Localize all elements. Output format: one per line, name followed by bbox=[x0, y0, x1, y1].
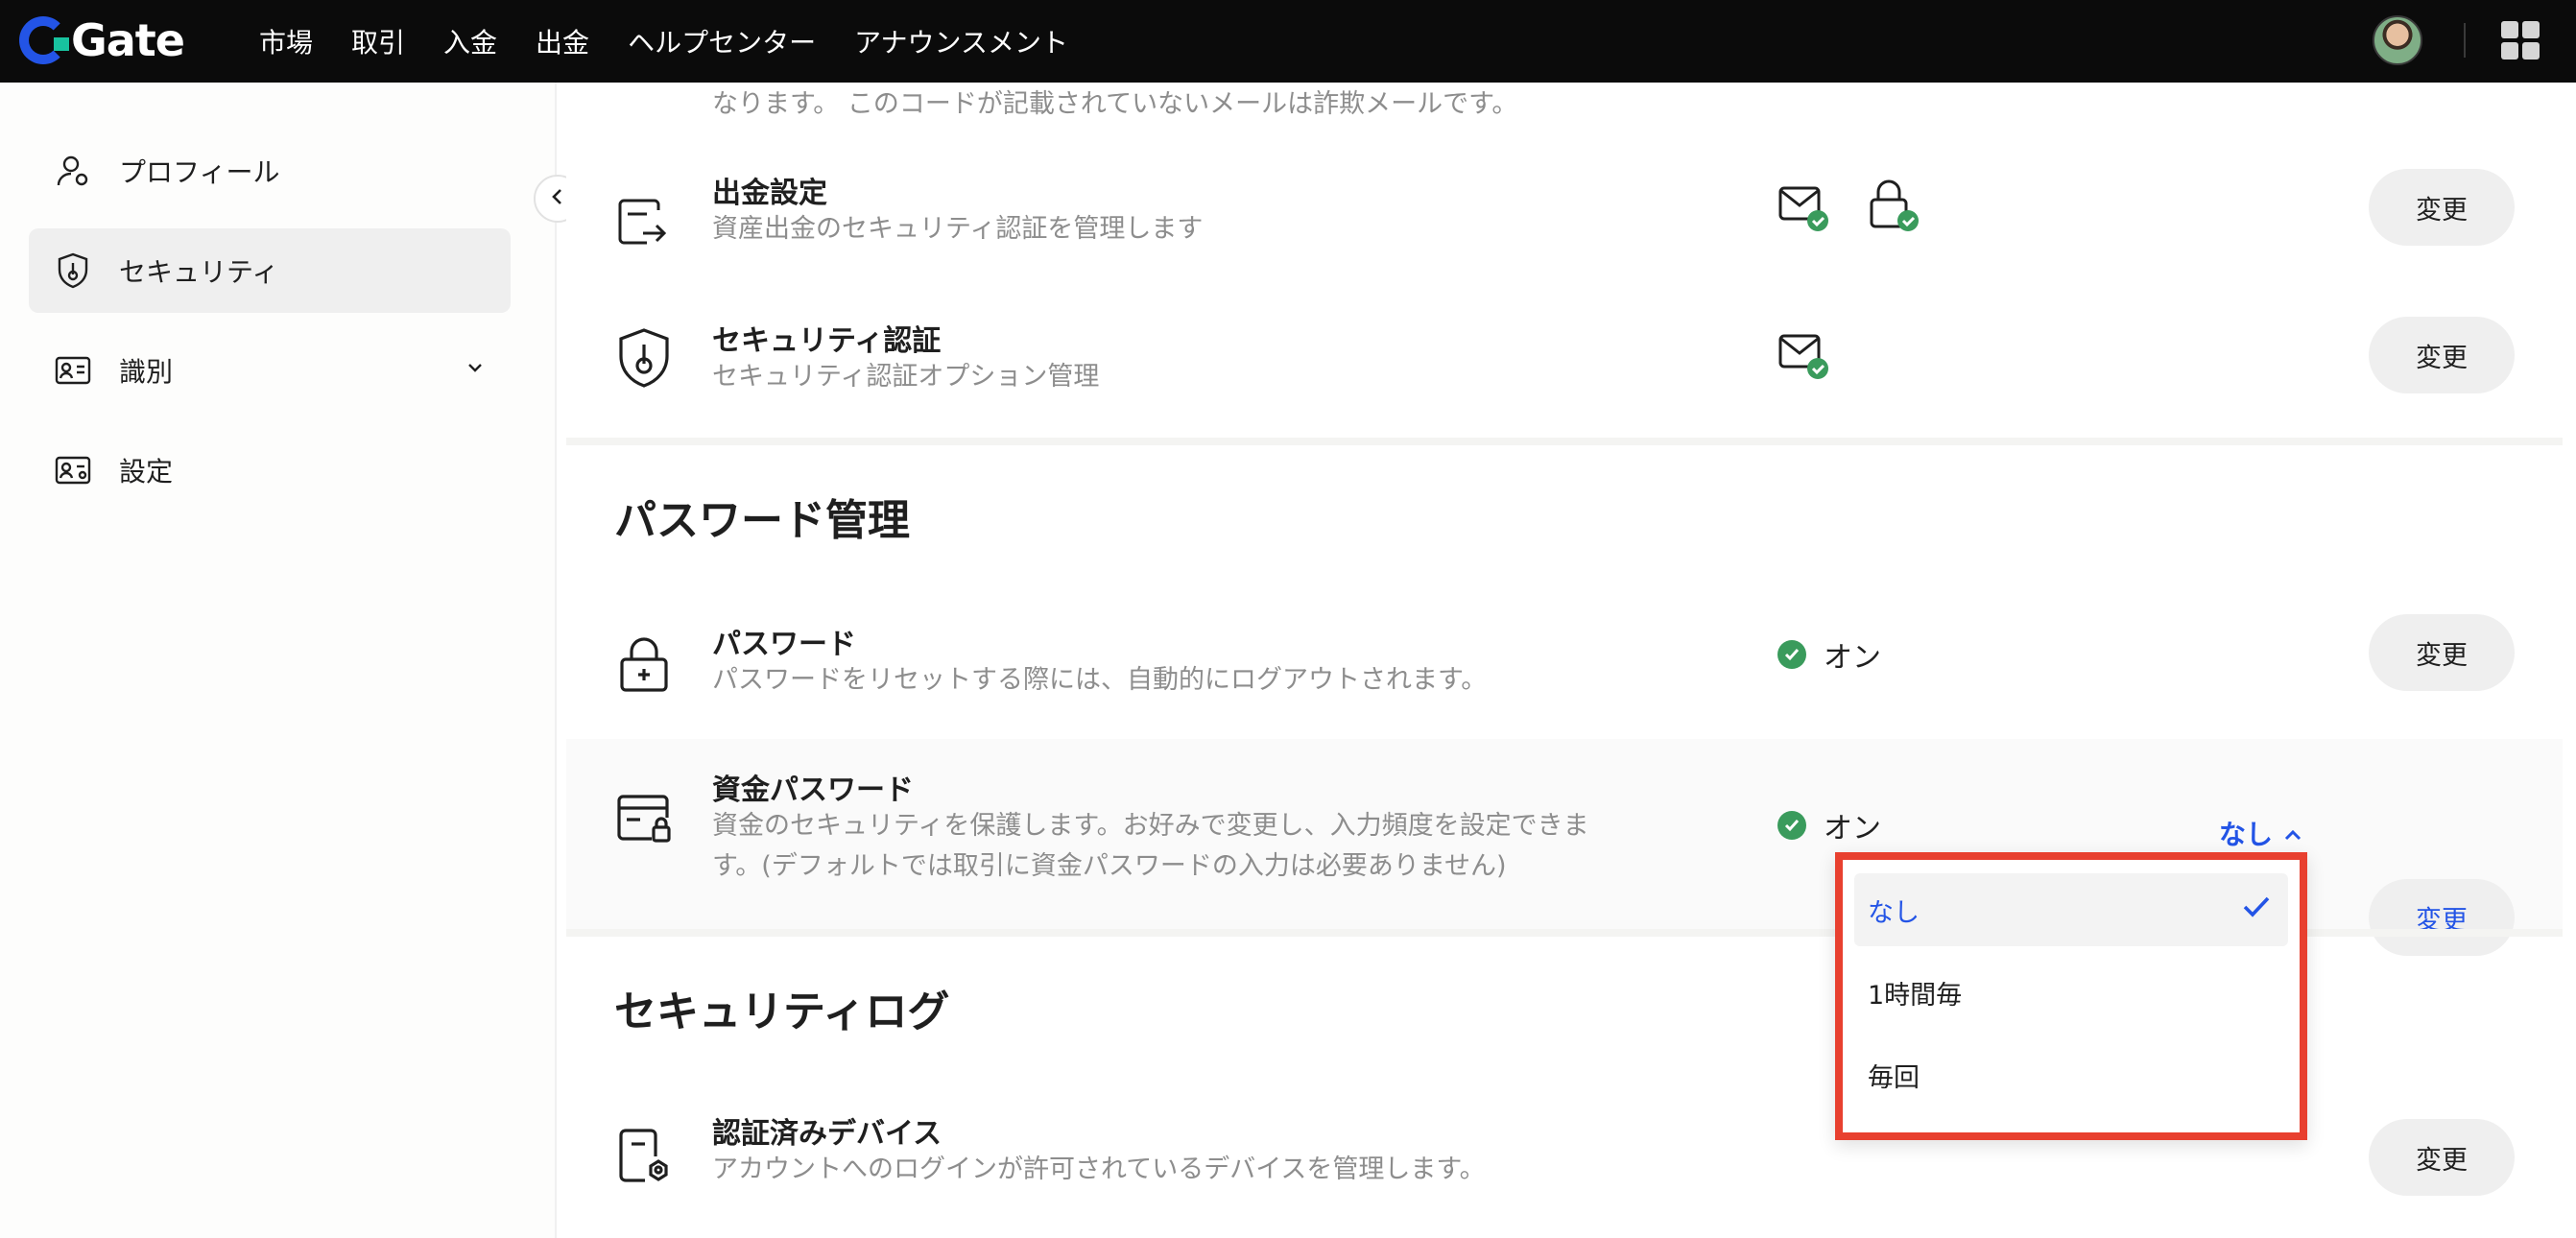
nav-market[interactable]: 市場 bbox=[259, 22, 313, 60]
sidebar-item-label: プロフィール bbox=[119, 156, 280, 188]
password-management-heading: パスワード管理 bbox=[614, 496, 910, 545]
password-change-button[interactable]: 変更 bbox=[2369, 614, 2515, 691]
password-title: パスワード bbox=[712, 628, 856, 661]
sidebar-item-label: セキュリティ bbox=[119, 256, 279, 288]
sidebar: プロフィール セキュリティ 識別 設定 bbox=[0, 83, 557, 1238]
input-frequency-toggle[interactable]: なし bbox=[2219, 814, 2303, 852]
chevron-left-icon bbox=[548, 187, 567, 210]
sidebar-item-settings[interactable]: 設定 bbox=[29, 428, 511, 512]
shield-icon bbox=[54, 251, 92, 290]
fund-password-desc-line2: す。(デフォルトでは取引に資金パスワードの入力は必要ありません) bbox=[712, 851, 1507, 881]
authorized-devices-title: 認証済みデバイス bbox=[712, 1117, 942, 1151]
card-lock-icon bbox=[614, 789, 674, 848]
email-verified-icon bbox=[1777, 330, 1829, 384]
chevron-down-icon[interactable] bbox=[465, 357, 486, 382]
frequency-option-label: なし bbox=[1868, 897, 1920, 928]
nav-help-center[interactable]: ヘルプセンター bbox=[628, 22, 816, 60]
fund-password-title: 資金パスワード bbox=[712, 774, 914, 807]
gate-logo[interactable]: Gate bbox=[19, 12, 185, 69]
fund-password-status-text: オン bbox=[1824, 812, 1881, 845]
frequency-option-hourly[interactable]: 1時間毎 bbox=[1854, 956, 2288, 1029]
security-auth-change-button[interactable]: 変更 bbox=[2369, 317, 2515, 393]
fund-password-change-button[interactable]: 変更 bbox=[2369, 879, 2515, 956]
gate-logo-icon bbox=[19, 16, 69, 64]
sidebar-item-label: 設定 bbox=[119, 456, 174, 488]
sidebar-item-identification[interactable]: 識別 bbox=[29, 328, 511, 413]
withdraw-arrow-icon bbox=[614, 194, 674, 253]
withdraw-settings-change-button[interactable]: 変更 bbox=[2369, 169, 2515, 246]
fund-password-desc-line1: 資金のセキュリティを保護します。お好みで変更し、入力頻度を設定できま bbox=[712, 811, 1589, 841]
frequency-option-none[interactable]: なし bbox=[1854, 873, 2288, 946]
chevron-up-icon bbox=[2282, 818, 2303, 849]
header-divider bbox=[2464, 23, 2466, 58]
top-bar: Gate 市場 取引 入金 出金 ヘルプセンター アナウンスメント bbox=[0, 0, 2576, 83]
sidebar-item-security[interactable]: セキュリティ bbox=[29, 228, 511, 313]
security-log-heading: セキュリティログ bbox=[614, 988, 950, 1036]
settings-card-icon bbox=[54, 451, 92, 489]
sidebar-item-label: 識別 bbox=[119, 356, 174, 388]
email-code-note: なります。 このコードが記載されていないメールは詐欺メールです。 bbox=[712, 89, 1518, 119]
nav-trade[interactable]: 取引 bbox=[351, 22, 405, 60]
user-icon bbox=[54, 152, 92, 190]
sidebar-item-profile[interactable]: プロフィール bbox=[29, 129, 511, 213]
input-frequency-dropdown: なし 1時間毎 毎回 bbox=[1835, 852, 2307, 1140]
nav-withdraw[interactable]: 出金 bbox=[536, 22, 589, 60]
id-card-icon bbox=[54, 351, 92, 390]
avatar[interactable] bbox=[2373, 15, 2422, 65]
frequency-option-every-time[interactable]: 毎回 bbox=[1854, 1038, 2288, 1111]
authorized-devices-change-button[interactable]: 変更 bbox=[2369, 1119, 2515, 1196]
password-status: オン bbox=[1777, 633, 1881, 676]
fund-password-status: オン bbox=[1777, 804, 1881, 846]
password-status-text: オン bbox=[1824, 641, 1881, 675]
authorized-devices-desc: アカウントへのログインが許可されているデバイスを管理します。 bbox=[712, 1155, 1486, 1184]
logo-text: Gate bbox=[71, 14, 185, 66]
lock-icon bbox=[614, 635, 674, 695]
shield-icon bbox=[614, 328, 674, 388]
input-frequency-value: なし bbox=[2219, 819, 2274, 850]
checkmark-icon bbox=[2242, 894, 2271, 926]
main-nav: 市場 取引 入金 出金 ヘルプセンター アナウンスメント bbox=[259, 0, 1107, 83]
password-desc: パスワードをリセットする際には、自動的にログアウトされます。 bbox=[712, 665, 1488, 695]
withdraw-settings-title: 出金設定 bbox=[712, 177, 827, 210]
section-divider bbox=[566, 438, 2563, 445]
check-circle-icon bbox=[1777, 640, 1806, 669]
nav-announcements[interactable]: アナウンスメント bbox=[854, 22, 1068, 60]
security-auth-desc: セキュリティ認証オプション管理 bbox=[712, 362, 1100, 392]
apps-grid-icon[interactable] bbox=[2501, 21, 2540, 60]
security-auth-title: セキュリティ認証 bbox=[712, 324, 942, 358]
withdraw-settings-desc: 資産出金のセキュリティ認証を管理します bbox=[712, 214, 1204, 244]
nav-deposit[interactable]: 入金 bbox=[443, 22, 497, 60]
email-verified-icon bbox=[1777, 182, 1829, 236]
frequency-option-label: 毎回 bbox=[1868, 1062, 1920, 1093]
lock-verified-icon bbox=[1868, 179, 1920, 236]
frequency-option-label: 1時間毎 bbox=[1868, 980, 1963, 1011]
check-circle-icon bbox=[1777, 811, 1806, 840]
device-settings-icon bbox=[614, 1127, 674, 1186]
